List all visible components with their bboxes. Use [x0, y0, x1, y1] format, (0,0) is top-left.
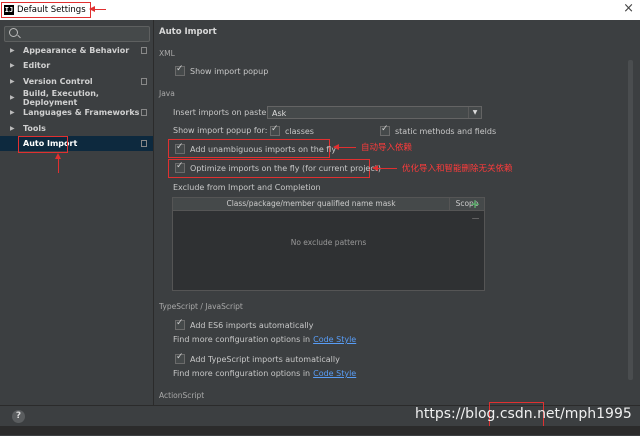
- chevron-down-icon[interactable]: ▼: [468, 107, 481, 118]
- show-popup-for-label: Show import popup for:: [173, 126, 268, 135]
- search-input[interactable]: [4, 26, 150, 42]
- annotation-arrow-up-head: [55, 153, 61, 159]
- sidebar-item-label: Version Control: [23, 77, 93, 86]
- page-title: Auto Import: [159, 27, 217, 37]
- classes-checkbox[interactable]: classes: [270, 124, 314, 136]
- chevron-right-icon: ▶: [10, 125, 15, 132]
- sidebar-item-languages[interactable]: ▶ Languages & Frameworks: [0, 105, 153, 120]
- checkbox-label: static methods and fields: [395, 126, 497, 136]
- sidebar-item-label: Languages & Frameworks: [23, 108, 140, 117]
- taskbar-strip: [0, 426, 640, 435]
- chevron-right-icon: ▶: [10, 47, 15, 54]
- checkbox-label: Show import popup: [190, 66, 269, 76]
- checkbox-box[interactable]: [175, 64, 185, 76]
- checkbox-label: Add unambiguous imports on the fly: [190, 144, 337, 154]
- sidebar-item-label: Build, Execution, Deployment: [22, 88, 99, 107]
- checkbox-label: classes: [285, 126, 314, 136]
- remove-pattern-button[interactable]: −: [471, 212, 480, 225]
- title-bar: IJ Default Settings ×: [0, 0, 640, 20]
- checkbox-box[interactable]: [270, 124, 280, 136]
- chevron-right-icon: ▶: [10, 94, 15, 101]
- checkbox-box[interactable]: [175, 161, 185, 173]
- checkbox-label: Add ES6 imports automatically: [190, 320, 314, 330]
- project-settings-icon: [141, 140, 147, 147]
- empty-table-text: No exclude patterns: [290, 238, 367, 247]
- sidebar-item-appearance[interactable]: ▶ Appearance & Behavior: [0, 43, 153, 58]
- es6-more-options: Find more configuration options in Code …: [173, 335, 357, 344]
- ts-more-options: Find more configuration options in Code …: [173, 369, 357, 378]
- checkbox-label: Optimize imports on the fly (for current…: [190, 163, 381, 173]
- add-unambiguous-checkbox[interactable]: Add unambiguous imports on the fly: [175, 142, 337, 154]
- exclude-table[interactable]: Class/package/member qualified name mask…: [172, 197, 485, 291]
- watermark-text: https://blog.csdn.net/mph1995: [415, 406, 632, 422]
- annotation-arrow-1: [333, 144, 356, 150]
- checkbox-box[interactable]: [175, 352, 185, 364]
- annotation-box-auto-import: [18, 136, 68, 153]
- sidebar-item-label: Editor: [23, 61, 51, 70]
- insert-imports-select[interactable]: Ask ▼: [267, 106, 482, 119]
- auto-import-panel: Auto Import XML Show import popup Java I…: [154, 20, 640, 405]
- checkbox-box[interactable]: [380, 124, 390, 136]
- xml-show-popup-checkbox[interactable]: Show import popup: [175, 64, 269, 76]
- help-icon[interactable]: ?: [12, 410, 25, 423]
- checkbox-box[interactable]: [175, 142, 185, 154]
- checkbox-label: Add TypeScript imports automatically: [190, 354, 340, 364]
- annotation-text-2: 优化导入和智能删除无关依赖: [402, 164, 513, 174]
- annotation-text-1: 自动导入依赖: [361, 143, 413, 153]
- sidebar-item-tools[interactable]: ▶ Tools: [0, 121, 153, 136]
- column-header-mask[interactable]: Class/package/member qualified name mask: [173, 198, 450, 210]
- xml-section-label: XML: [159, 49, 175, 58]
- close-icon[interactable]: ×: [623, 1, 634, 17]
- intellij-icon: IJ: [4, 5, 14, 15]
- checkbox-box[interactable]: [175, 318, 185, 330]
- settings-sidebar: ▶ Appearance & Behavior ▶ Editor ▶ Versi…: [0, 20, 154, 405]
- sidebar-item-build[interactable]: ▶ Build, Execution, Deployment: [0, 88, 153, 107]
- sidebar-item-label: Tools: [23, 124, 46, 133]
- search-icon: [9, 28, 18, 37]
- typescript-imports-checkbox[interactable]: Add TypeScript imports automatically: [175, 352, 340, 364]
- es6-imports-checkbox[interactable]: Add ES6 imports automatically: [175, 318, 314, 330]
- project-settings-icon: [141, 78, 147, 85]
- project-settings-icon: [141, 109, 147, 116]
- add-pattern-button[interactable]: +: [470, 197, 480, 211]
- code-style-link[interactable]: Code Style: [313, 335, 356, 344]
- select-value: Ask: [272, 109, 287, 118]
- static-methods-checkbox[interactable]: static methods and fields: [380, 124, 497, 136]
- chevron-right-icon: ▶: [10, 62, 15, 69]
- window-title-text: Default Settings: [17, 5, 86, 15]
- exclude-section-label: Exclude from Import and Completion: [173, 183, 321, 192]
- sidebar-item-version-control[interactable]: ▶ Version Control: [0, 74, 153, 89]
- java-section-label: Java: [159, 89, 175, 98]
- chevron-right-icon: ▶: [10, 109, 15, 116]
- insert-imports-label: Insert imports on paste:: [173, 108, 270, 117]
- code-style-link[interactable]: Code Style: [313, 369, 356, 378]
- project-settings-icon: [141, 47, 147, 54]
- sidebar-item-editor[interactable]: ▶ Editor: [0, 58, 153, 73]
- table-header: Class/package/member qualified name mask…: [173, 198, 484, 211]
- annotation-arrow-2: [372, 165, 397, 171]
- typescript-section-label: TypeScript / JavaScript: [159, 302, 243, 311]
- scrollbar[interactable]: [628, 60, 633, 380]
- window-title: IJ Default Settings: [1, 2, 91, 18]
- sidebar-item-label: Appearance & Behavior: [23, 46, 130, 55]
- optimize-imports-checkbox[interactable]: Optimize imports on the fly (for current…: [175, 161, 381, 173]
- actionscript-section-label: ActionScript: [159, 391, 205, 400]
- chevron-right-icon: ▶: [10, 78, 15, 85]
- annotation-arrow-title: [89, 6, 106, 12]
